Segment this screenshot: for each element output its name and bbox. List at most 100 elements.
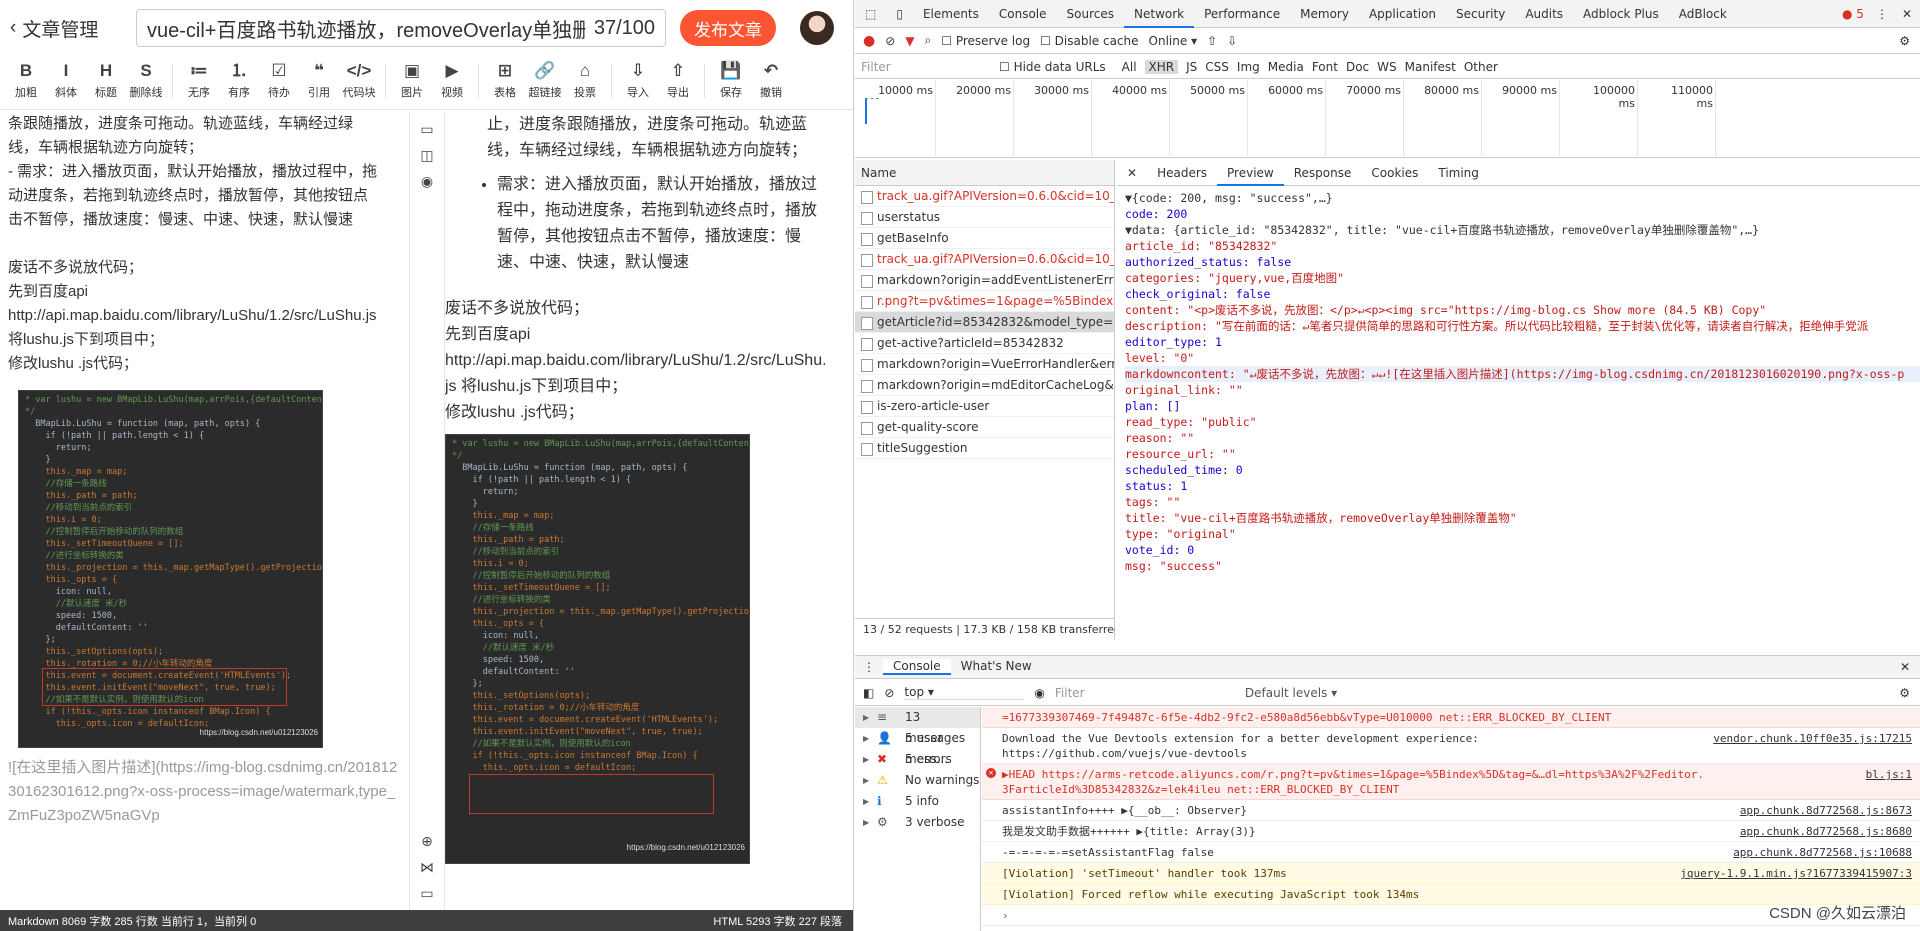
console-settings-icon[interactable]: ⚙ xyxy=(1899,686,1910,700)
import-icon[interactable]: ⇧ xyxy=(1207,34,1217,48)
filter-type-ws[interactable]: WS xyxy=(1377,60,1396,74)
toolbar-button-11[interactable]: ⊞ 表格 xyxy=(485,60,525,100)
detail-tab-timing[interactable]: Timing xyxy=(1428,160,1489,186)
detail-tab-preview[interactable]: Preview xyxy=(1217,160,1284,186)
markdown-source-pane[interactable]: 条跟随播放，进度条可拖动。轨迹蓝线，车辆经过绿 线，车辆根据轨迹方向旋转； - 需求… xyxy=(8,112,398,902)
toolbar-button-7[interactable]: ❝ 引用 xyxy=(299,60,339,100)
devtools-tab-performance[interactable]: Performance xyxy=(1194,0,1290,28)
detail-tab-headers[interactable]: Headers xyxy=(1147,160,1217,186)
filter-type-media[interactable]: Media xyxy=(1268,60,1304,74)
toolbar-button-6[interactable]: ☑ 待办 xyxy=(259,60,299,100)
devtools-tab-adblock-plus[interactable]: Adblock Plus xyxy=(1573,0,1669,28)
drawer-menu-icon[interactable]: ⋮ xyxy=(855,660,883,674)
filter-type-doc[interactable]: Doc xyxy=(1346,60,1369,74)
filter-type-all[interactable]: All xyxy=(1122,60,1137,74)
filter-type-manifest[interactable]: Manifest xyxy=(1405,60,1456,74)
console-drawer-tab-0[interactable]: Console xyxy=(883,659,951,675)
console-source-link[interactable]: app.chunk.8d772568.js:10688 xyxy=(1733,845,1912,860)
context-select[interactable]: top ▾ xyxy=(904,685,1025,700)
devtools-tab-elements[interactable]: Elements xyxy=(913,0,989,28)
clear-console-icon[interactable]: ⊘ xyxy=(884,686,894,700)
preserve-log-checkbox[interactable]: ☐ Preserve log xyxy=(941,34,1030,48)
back-to-article-management[interactable]: ‹ 文章管理 xyxy=(10,15,130,42)
console-source-link[interactable]: app.chunk.8d772568.js:8680 xyxy=(1740,824,1912,839)
toolbar-button-17[interactable]: ↶ 撤销 xyxy=(751,60,791,100)
close-detail-icon[interactable]: ✕ xyxy=(1117,160,1147,186)
split-view-icon[interactable]: ◫ xyxy=(418,146,436,164)
toolbar-button-9[interactable]: ▣ 图片 xyxy=(392,60,432,100)
request-row[interactable]: markdown?origin=mdEditorCacheLog&er... xyxy=(855,375,1114,396)
toolbar-button-4[interactable]: ≔ 无序 xyxy=(179,60,219,100)
request-row[interactable]: track_ua.gif?APIVersion=0.6.0&cid=10_20.… xyxy=(855,249,1114,270)
eye-icon[interactable]: ◉ xyxy=(1034,686,1044,700)
directory-icon[interactable]: ⋈ xyxy=(418,858,436,876)
devtools-tab-memory[interactable]: Memory xyxy=(1290,0,1359,28)
detail-tab-response[interactable]: Response xyxy=(1284,160,1362,186)
preview-eye-icon[interactable]: ◉ xyxy=(418,172,436,190)
inspect-icon[interactable]: ⬚ xyxy=(855,0,886,28)
log-levels-select[interactable]: Default levels ▾ xyxy=(1245,686,1337,700)
console-sidebar-item[interactable]: ▶ ⚙ 3 verbose xyxy=(855,812,980,833)
throttle-select[interactable]: Online ▾ xyxy=(1149,34,1198,48)
console-sidebar-item[interactable]: ▶ ≡ 13 messages xyxy=(855,707,980,745)
toolbar-button-10[interactable]: ▶ 视频 xyxy=(432,60,472,100)
request-row[interactable]: titleSuggestion xyxy=(855,438,1114,459)
filter-type-hide-data-urls[interactable]: ☐ Hide data URLs xyxy=(999,60,1106,74)
request-row[interactable]: get-quality-score xyxy=(855,417,1114,438)
console-source-link[interactable]: bl.js:1 xyxy=(1866,767,1912,782)
devtools-tab-console[interactable]: Console xyxy=(989,0,1057,28)
filter-type-other[interactable]: Other xyxy=(1464,60,1498,74)
clear-icon[interactable]: ⊘ xyxy=(885,34,895,48)
console-source-link[interactable]: jquery-1.9.1.min.js?1677339415907:3 xyxy=(1680,866,1912,881)
toolbar-button-0[interactable]: B 加粗 xyxy=(6,60,46,100)
console-filter-input[interactable]: Filter xyxy=(1055,686,1235,700)
publish-button[interactable]: 发布文章 xyxy=(680,10,776,46)
toolbar-button-13[interactable]: ⌂ 投票 xyxy=(565,60,605,100)
request-row[interactable]: getBaseInfo xyxy=(855,228,1114,249)
toolbar-button-12[interactable]: 🔗 超链接 xyxy=(525,60,565,100)
filter-type-xhr[interactable]: XHR xyxy=(1144,59,1179,74)
network-timeline[interactable]: 10000 ms 20000 ms 30000 ms 40000 ms 50000 ms… xyxy=(855,80,1920,158)
article-title-input[interactable]: vue-cil+百度路书轨迹播放，removeOverlay单独删除 37/10… xyxy=(136,9,666,47)
devtools-tab-audits[interactable]: Audits xyxy=(1515,0,1573,28)
filter-type-font[interactable]: Font xyxy=(1312,60,1338,74)
monitor-icon[interactable]: ▭ xyxy=(418,884,436,902)
avatar[interactable] xyxy=(800,11,834,45)
toolbar-button-15[interactable]: ⇧ 导出 xyxy=(658,60,698,100)
search-icon[interactable]: ⌕ xyxy=(925,33,932,48)
request-row[interactable]: r.png?t=pv&times=1&page=%5Bindex%5... xyxy=(855,291,1114,312)
filter-type-img[interactable]: Img xyxy=(1237,60,1260,74)
close-icon[interactable]: ✕ xyxy=(1894,7,1920,21)
layout-icon[interactable]: ▭ xyxy=(418,120,436,138)
more-menu-icon[interactable]: ⋮ xyxy=(1870,7,1894,21)
console-source-link[interactable]: vendor.chunk.10ff0e35.js:17215 xyxy=(1713,731,1912,746)
console-sidebar-item[interactable]: ▶ ⚠ No warnings xyxy=(855,770,980,791)
devtools-tab-adblock[interactable]: AdBlock xyxy=(1669,0,1737,28)
devtools-tab-application[interactable]: Application xyxy=(1359,0,1446,28)
request-row[interactable]: get-active?articleId=85342832 xyxy=(855,333,1114,354)
name-column-header[interactable]: Name xyxy=(855,160,1114,186)
close-drawer-icon[interactable]: ✕ xyxy=(1900,660,1910,674)
console-sidebar-item[interactable]: ▶ ℹ 5 info xyxy=(855,791,980,812)
request-row[interactable]: track_ua.gif?APIVersion=0.6.0&cid=10_20.… xyxy=(855,186,1114,207)
request-row[interactable]: is-zero-article-user xyxy=(855,396,1114,417)
toolbar-button-16[interactable]: 💾 保存 xyxy=(711,60,751,100)
device-toggle-icon[interactable]: ▯ xyxy=(886,0,913,28)
devtools-tab-network[interactable]: Network xyxy=(1124,0,1195,28)
console-sidebar-item[interactable]: ▶ ✖ 5 errors xyxy=(855,749,980,770)
json-preview[interactable]: ▼{code: 200, msg: "success",…} code: 200… xyxy=(1117,186,1920,574)
console-source-link[interactable]: app.chunk.8d772568.js:8673 xyxy=(1740,803,1912,818)
request-row[interactable]: markdown?origin=addEventListenerError... xyxy=(855,270,1114,291)
sidebar-toggle-icon[interactable]: ◧ xyxy=(863,686,874,700)
filter-input[interactable]: Filter xyxy=(861,60,991,74)
toolbar-button-2[interactable]: H 标题 xyxy=(86,60,126,100)
detail-tab-cookies[interactable]: Cookies xyxy=(1361,160,1428,186)
export-icon[interactable]: ⇩ xyxy=(1227,34,1237,48)
disable-cache-checkbox[interactable]: ☐ Disable cache xyxy=(1040,34,1138,48)
toolbar-button-3[interactable]: S 删除线 xyxy=(126,60,166,100)
filter-type-css[interactable]: CSS xyxy=(1205,60,1229,74)
filter-type-js[interactable]: JS xyxy=(1186,60,1197,74)
error-count-badge[interactable]: ● 5 xyxy=(1836,7,1870,21)
devtools-tab-sources[interactable]: Sources xyxy=(1057,0,1124,28)
request-row[interactable]: userstatus xyxy=(855,207,1114,228)
